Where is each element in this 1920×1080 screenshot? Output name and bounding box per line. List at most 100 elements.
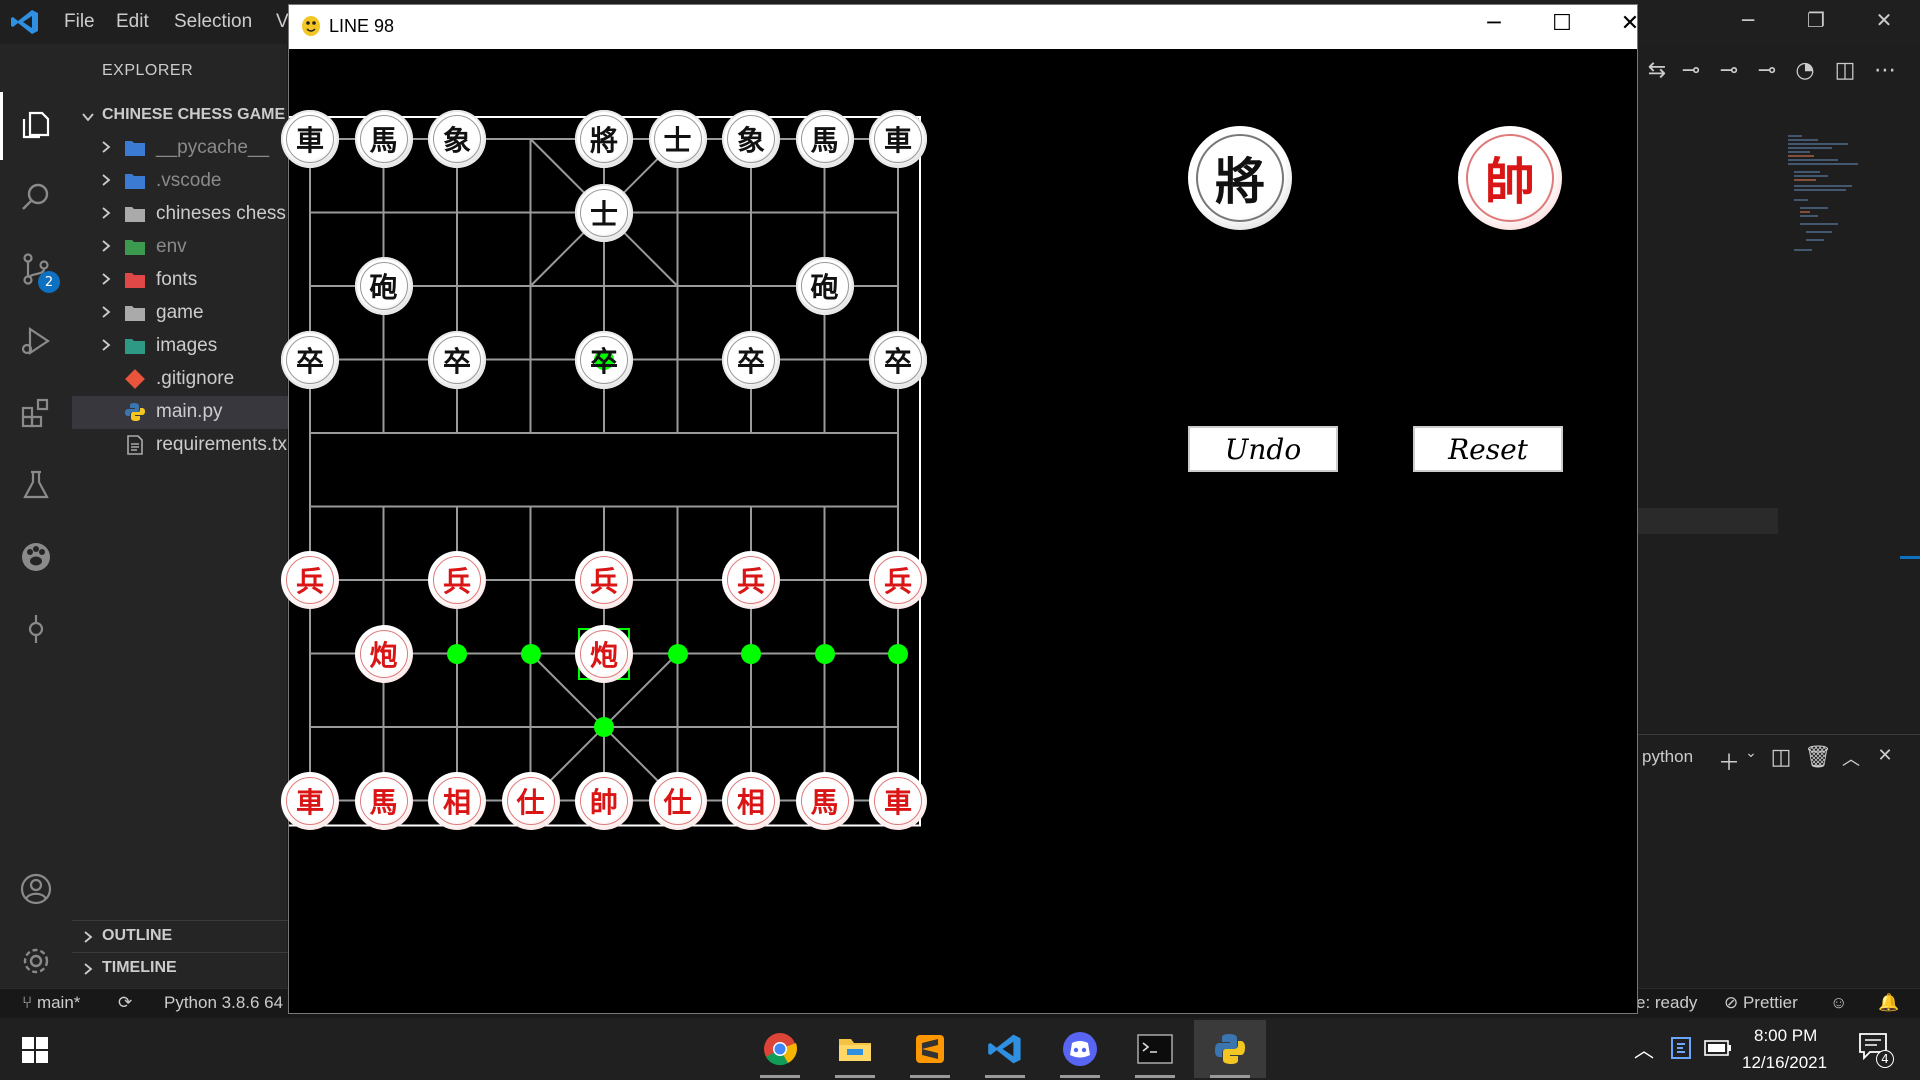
game-minimize-icon[interactable]: ─ [1469, 11, 1519, 43]
red-piece[interactable]: 車 [869, 771, 927, 830]
python-icon[interactable] [1194, 1020, 1266, 1078]
sync-icon[interactable]: ⟳ [118, 993, 132, 1013]
chevron-down-icon[interactable]: ⌄ [1738, 745, 1764, 771]
windows-start-icon[interactable] [22, 1037, 48, 1063]
move-hint-dot[interactable] [594, 717, 614, 737]
undo-button[interactable]: Undo [1188, 426, 1338, 472]
black-piece[interactable]: 士 [575, 183, 633, 242]
chrome-icon[interactable] [744, 1020, 816, 1078]
vscode-minimize-icon[interactable]: ─ [1728, 8, 1768, 36]
bell-icon[interactable]: 🔔 [1878, 993, 1899, 1013]
menu-selection[interactable]: Selection [174, 11, 252, 33]
tree-item[interactable]: requirements.tx [72, 429, 288, 462]
black-piece[interactable]: 砲 [354, 257, 413, 315]
close-panel-icon[interactable]: ✕ [1872, 745, 1898, 771]
clock-date[interactable]: 12/16/2021 [1742, 1053, 1827, 1073]
menu-view[interactable]: V [276, 11, 289, 33]
terminal-name[interactable]: python [1642, 747, 1693, 767]
red-piece[interactable]: 兵 [575, 551, 633, 609]
move-hint-dot[interactable] [520, 643, 541, 664]
red-piece[interactable]: 兵 [722, 551, 780, 609]
black-piece[interactable]: 卒 [281, 330, 339, 389]
red-piece[interactable]: 炮 [354, 624, 413, 683]
red-piece[interactable]: 馬 [354, 771, 413, 830]
timeline-icon[interactable]: ◔ [1792, 58, 1818, 84]
red-piece[interactable]: 兵 [428, 551, 486, 609]
git-next-icon[interactable]: ⊸ [1754, 58, 1780, 84]
split-editor-icon[interactable]: ◫ [1832, 58, 1858, 84]
black-piece[interactable]: 象 [428, 110, 486, 168]
source-control-icon[interactable] [0, 234, 72, 304]
menu-file[interactable]: File [64, 11, 95, 33]
feedback-icon[interactable]: ☺ [1830, 993, 1847, 1013]
timeline-section[interactable]: TIMELINE [72, 952, 288, 984]
game-close-icon[interactable]: ✕ [1605, 11, 1655, 43]
maximize-panel-icon[interactable]: ︿ [1838, 745, 1864, 771]
run-debug-icon[interactable] [0, 306, 72, 376]
discord-icon[interactable] [1044, 1020, 1116, 1078]
red-piece[interactable]: 帥 [575, 771, 633, 830]
more-actions-icon[interactable]: ⋯ [1872, 58, 1898, 84]
black-piece[interactable]: 士 [648, 110, 707, 168]
vscode-icon[interactable] [969, 1020, 1041, 1078]
git-commit-icon[interactable] [0, 594, 72, 664]
vscode-close-icon[interactable]: ✕ [1864, 8, 1904, 36]
move-hint-dot[interactable] [667, 643, 688, 664]
input-method-icon[interactable] [1670, 1036, 1692, 1060]
tree-item[interactable]: main.py [72, 396, 288, 429]
move-hint-dot[interactable] [814, 643, 835, 664]
black-piece[interactable]: 砲 [795, 257, 854, 315]
battery-icon[interactable] [1704, 1040, 1732, 1056]
branch-status[interactable]: ⑂ main* [22, 993, 80, 1013]
black-piece[interactable]: 卒 [575, 330, 633, 389]
red-piece[interactable]: 相 [428, 771, 486, 830]
red-piece[interactable]: 炮 [575, 624, 633, 683]
red-piece[interactable]: 相 [722, 771, 780, 830]
game-maximize-icon[interactable]: ☐ [1537, 11, 1587, 43]
red-piece[interactable]: 仕 [648, 771, 707, 830]
tree-item[interactable]: __pycache__ [72, 132, 288, 165]
black-piece[interactable]: 馬 [795, 110, 854, 168]
compare-icon[interactable]: ⇆ [1644, 58, 1670, 84]
move-hint-dot[interactable] [447, 643, 467, 664]
vscode-restore-icon[interactable]: ❐ [1796, 8, 1836, 36]
black-piece[interactable]: 卒 [428, 330, 486, 389]
red-piece[interactable]: 車 [281, 771, 339, 830]
testing-icon[interactable] [0, 450, 72, 520]
tree-item[interactable]: env [72, 231, 288, 264]
git-previous-icon[interactable]: ⊸ [1678, 58, 1704, 84]
settings-gear-icon[interactable] [0, 926, 72, 996]
show-hidden-icons-icon[interactable]: ︿ [1634, 1034, 1654, 1063]
black-piece[interactable]: 卒 [722, 330, 780, 389]
tree-item[interactable]: fonts [72, 264, 288, 297]
chess-board[interactable] [289, 49, 1637, 1013]
sublime-text-icon[interactable] [894, 1020, 966, 1078]
reset-button[interactable]: Reset [1413, 426, 1563, 472]
tree-item[interactable]: images [72, 330, 288, 363]
red-piece[interactable]: 仕 [501, 771, 560, 830]
search-icon[interactable] [0, 162, 72, 232]
menu-edit[interactable]: Edit [116, 11, 149, 33]
workspace-folder-header[interactable]: CHINESE CHESS GAME [72, 102, 288, 132]
red-piece[interactable]: 馬 [795, 771, 854, 830]
black-piece[interactable]: 卒 [869, 330, 927, 389]
explorer-icon[interactable] [0, 90, 72, 160]
git-commit-icon[interactable]: ⊸ [1716, 58, 1742, 84]
paw-icon[interactable] [0, 522, 72, 592]
tree-item[interactable]: .gitignore [72, 363, 288, 396]
python-interpreter[interactable]: Python 3.8.6 64 [164, 993, 283, 1013]
prettier-status[interactable]: ⊘ Prettier [1724, 993, 1798, 1013]
extensions-icon[interactable] [0, 378, 72, 448]
clock-time[interactable]: 8:00 PM [1754, 1026, 1817, 1046]
notification-center[interactable]: 4 [1858, 1032, 1894, 1068]
black-piece[interactable]: 象 [722, 110, 780, 168]
tree-item[interactable]: chineses chess [72, 198, 288, 231]
tree-item[interactable]: .vscode [72, 165, 288, 198]
black-piece[interactable]: 車 [281, 110, 339, 168]
move-hint-dot[interactable] [741, 643, 761, 664]
account-icon[interactable] [0, 854, 72, 924]
red-piece[interactable]: 兵 [281, 551, 339, 609]
black-piece[interactable]: 車 [869, 110, 927, 168]
tree-item[interactable]: game [72, 297, 288, 330]
split-terminal-icon[interactable]: ◫ [1768, 745, 1794, 771]
